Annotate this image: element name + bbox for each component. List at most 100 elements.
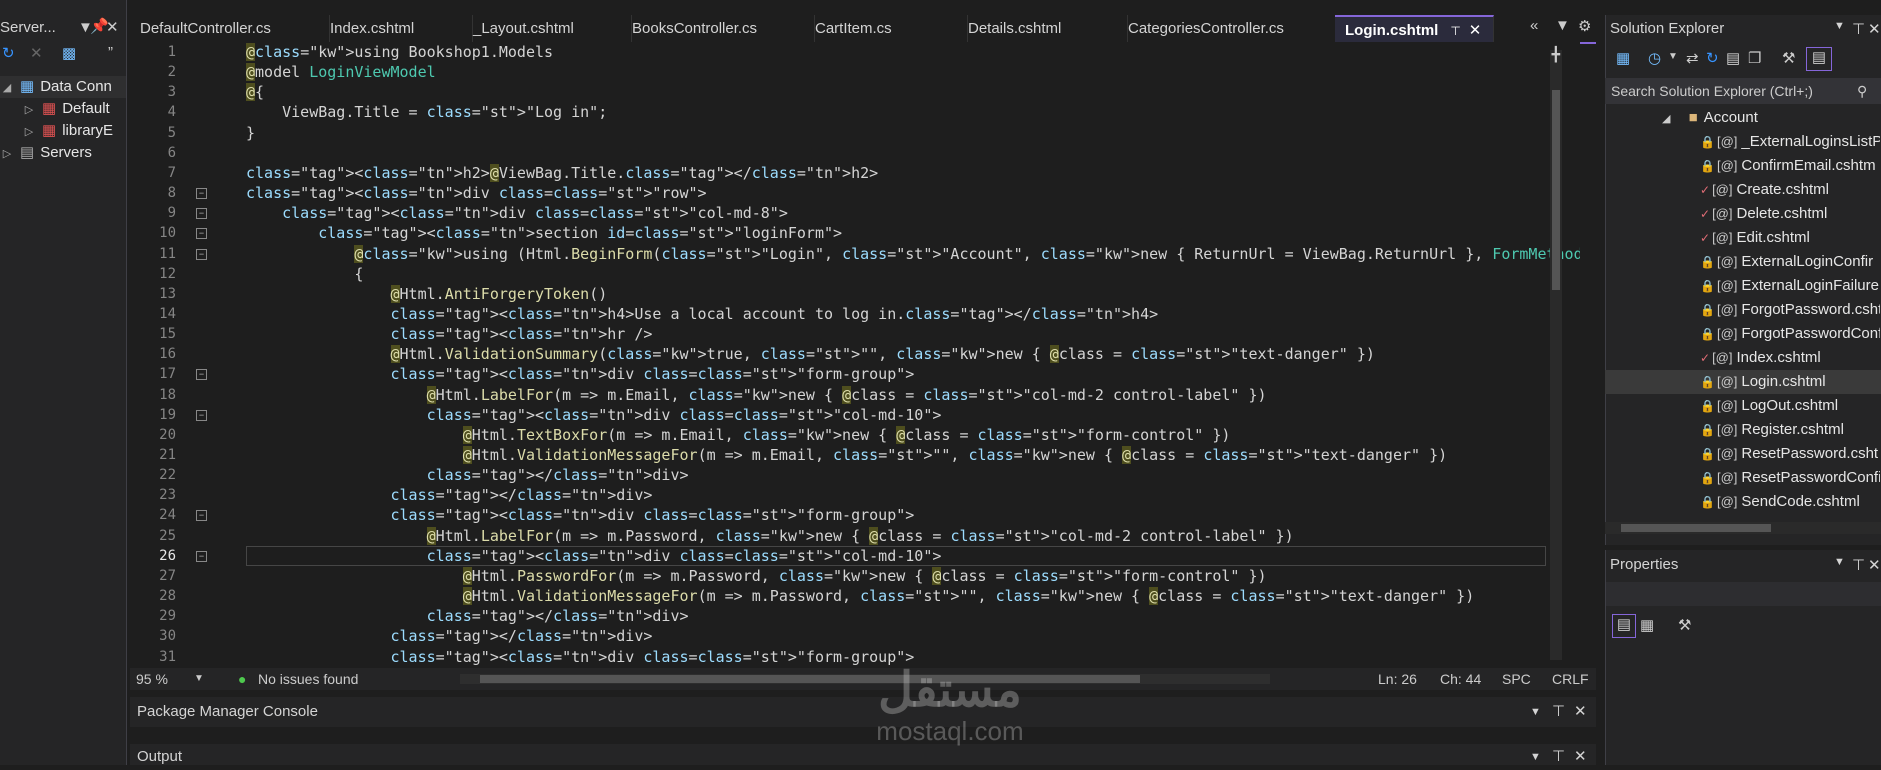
- solution-search-input[interactable]: Search Solution Explorer (Ctrl+;) ⚲: [1605, 78, 1881, 104]
- code-line[interactable]: class="tag"></class="tn">div>: [246, 465, 689, 485]
- panel-title[interactable]: Package Manager Console: [137, 697, 318, 727]
- search-icon[interactable]: ⚲: [1857, 78, 1867, 104]
- solution-file-item[interactable]: 🔒 [@] ResetPassword.csht: [1700, 442, 1880, 466]
- tab-default-controller[interactable]: DefaultController.cs: [130, 15, 330, 42]
- connect-database-icon[interactable]: ▩: [62, 44, 76, 62]
- code-line[interactable]: class="tag"><class="tn">h2>@ViewBag.Titl…: [246, 163, 878, 183]
- split-icon[interactable]: ╋: [1552, 46, 1560, 63]
- chevron-down-icon[interactable]: ◢: [1662, 113, 1670, 125]
- fold-toggle-icon[interactable]: −: [196, 188, 207, 200]
- solution-file-item[interactable]: ✓ [@] Create.cshtml: [1700, 178, 1880, 202]
- close-icon[interactable]: ✕: [1574, 744, 1587, 770]
- chevron-down-icon[interactable]: ▼: [1834, 20, 1845, 32]
- close-icon[interactable]: ✕: [1574, 697, 1587, 727]
- solution-file-item[interactable]: 🔒 [@] SendCode.cshtml: [1700, 490, 1880, 514]
- gear-icon[interactable]: ⚙: [1578, 17, 1591, 35]
- code-line[interactable]: class="tag"><class="tn">div class=class=…: [246, 183, 707, 203]
- close-icon[interactable]: ✕: [1868, 556, 1881, 574]
- code-line[interactable]: @Html.LabelFor(m => m.Password, class="k…: [246, 526, 1294, 546]
- code-line[interactable]: class="tag"></class="tn">div>: [246, 485, 653, 505]
- solution-file-item[interactable]: 🔒 [@] Login.cshtml: [1605, 370, 1881, 394]
- tree-item-default[interactable]: ▷ ▦ Default: [22, 98, 126, 120]
- solution-file-item[interactable]: 🔒 [@] Register.cshtml: [1700, 418, 1880, 442]
- tab-layout[interactable]: _Layout.cshtml: [463, 15, 632, 42]
- scrollbar-thumb[interactable]: [480, 675, 1140, 683]
- history-icon[interactable]: ◷: [1648, 49, 1661, 67]
- fold-toggle-icon[interactable]: −: [196, 550, 207, 562]
- preview-icon[interactable]: ▤: [1806, 47, 1832, 71]
- pin-icon[interactable]: ⊤: [1552, 744, 1565, 770]
- overflow-icon[interactable]: ”: [108, 44, 113, 61]
- solution-file-item[interactable]: ✓ [@] Index.cshtml: [1700, 346, 1880, 370]
- code-line[interactable]: }: [246, 123, 255, 143]
- scrollbar-thumb[interactable]: [1621, 524, 1771, 532]
- chevron-down-icon[interactable]: ▼: [1668, 51, 1678, 62]
- code-line[interactable]: ViewBag.Title = class="st">"Log in";: [246, 102, 607, 122]
- show-all-files-icon[interactable]: ❐: [1748, 49, 1761, 67]
- alphabetical-icon[interactable]: ▦: [1640, 616, 1654, 634]
- solution-file-item[interactable]: 🔒 [@] ForgotPasswordConf: [1700, 322, 1880, 346]
- code-line[interactable]: class="tag"><class="tn">div class=class=…: [246, 647, 915, 667]
- vertical-scrollbar[interactable]: [1550, 50, 1562, 660]
- wrench-icon[interactable]: ⚒: [1782, 49, 1795, 67]
- code-area[interactable]: @class="kw">using Bookshop1.Models @model…: [246, 42, 1580, 668]
- chevron-down-icon[interactable]: ◢: [0, 77, 14, 98]
- chevron-right-icon[interactable]: ▷: [22, 121, 36, 142]
- tab-details[interactable]: Details.cshtml: [958, 15, 1128, 42]
- sync-icon[interactable]: ▦: [1616, 49, 1630, 67]
- close-icon[interactable]: ✕: [106, 18, 119, 36]
- refresh-icon[interactable]: ↻: [1706, 49, 1719, 67]
- tree-item-account-folder[interactable]: ◢ ■ Account: [1662, 106, 1842, 130]
- chevron-down-icon[interactable]: ▼: [1530, 744, 1541, 770]
- tab-cartitem[interactable]: CartItem.cs: [805, 15, 968, 42]
- code-line[interactable]: @model LoginViewModel: [246, 62, 436, 82]
- chevron-down-icon[interactable]: ▼: [1834, 556, 1845, 568]
- wrench-icon[interactable]: ⚒: [1678, 616, 1691, 634]
- tab-categories-controller[interactable]: CategoriesController.cs: [1118, 15, 1345, 42]
- code-editor[interactable]: 1 2 3 4 5 6 7 8−9−10−11−12 13 14 15 16 17−18 19−20 21 2…: [130, 42, 1580, 668]
- close-icon[interactable]: ✕: [1868, 20, 1881, 38]
- tree-item-data-connections[interactable]: ◢ ▦ Data Conn: [0, 76, 126, 98]
- pin-icon[interactable]: ⊤: [1852, 556, 1865, 574]
- code-line[interactable]: class="tag"><class="tn">h4>Use a local a…: [246, 304, 1159, 324]
- whitespace-indicator[interactable]: SPC: [1502, 668, 1531, 690]
- tab-index[interactable]: Index.cshtml: [320, 15, 473, 42]
- code-line[interactable]: class="tag"><class="tn">div class=class=…: [246, 505, 915, 525]
- code-line[interactable]: @class="kw">using Bookshop1.Models: [246, 42, 553, 62]
- fold-toggle-icon[interactable]: −: [196, 369, 207, 381]
- solution-file-item[interactable]: ✓ [@] Delete.cshtml: [1700, 202, 1880, 226]
- tab-login[interactable]: Login.cshtml ⊤ ✕: [1335, 15, 1494, 44]
- pin-icon[interactable]: ⊤: [1852, 20, 1865, 38]
- fold-toggle-icon[interactable]: −: [196, 228, 207, 240]
- code-line[interactable]: @{: [246, 82, 264, 102]
- stop-icon[interactable]: ✕: [30, 44, 43, 62]
- code-line[interactable]: class="tag"></class="tn">div>: [246, 606, 689, 626]
- code-line[interactable]: class="tag"></class="tn">div>: [246, 626, 653, 646]
- code-line[interactable]: class="tag"><class="tn">hr />: [246, 324, 653, 344]
- solution-file-item[interactable]: 🔒 [@] ResetPasswordConfi: [1700, 466, 1880, 490]
- scroll-tabs-icon[interactable]: «: [1530, 17, 1538, 34]
- collapse-all-icon[interactable]: ▤: [1726, 49, 1740, 67]
- line-indicator[interactable]: Ln: 26: [1378, 668, 1417, 690]
- line-ending-indicator[interactable]: CRLF: [1552, 668, 1589, 690]
- issues-status[interactable]: No issues found: [258, 668, 358, 690]
- code-line[interactable]: class="tag"><class="tn">div class=class=…: [246, 364, 915, 384]
- code-line[interactable]: @Html.PasswordFor(m => m.Password, class…: [246, 566, 1267, 586]
- code-line[interactable]: @Html.LabelFor(m => m.Email, class="kw">…: [246, 385, 1267, 405]
- code-line[interactable]: class="tag"><class="tn">div class=class=…: [246, 405, 942, 425]
- tab-dropdown-icon[interactable]: ▼: [1555, 17, 1570, 34]
- code-line[interactable]: @Html.TextBoxFor(m => m.Email, class="kw…: [246, 425, 1230, 445]
- code-line[interactable]: @Html.ValidationMessageFor(m => m.Passwo…: [246, 586, 1474, 606]
- code-line[interactable]: @class="kw">using (Html.BeginForm(class=…: [246, 244, 1580, 264]
- tree-item-servers[interactable]: ▷ ▤ Servers: [0, 142, 126, 164]
- swap-icon[interactable]: ⇄: [1686, 49, 1699, 67]
- fold-toggle-icon[interactable]: −: [196, 510, 207, 522]
- code-line[interactable]: {: [246, 264, 363, 284]
- chevron-right-icon[interactable]: ▷: [22, 99, 36, 120]
- solution-file-item[interactable]: 🔒 [@] ConfirmEmail.cshtm: [1700, 154, 1880, 178]
- solution-horizontal-scrollbar[interactable]: [1605, 522, 1881, 534]
- object-selector[interactable]: [1606, 582, 1881, 606]
- chevron-down-icon[interactable]: ▼: [1530, 697, 1541, 727]
- solution-file-item[interactable]: 🔒 [@] ForgotPassword.csht: [1700, 298, 1880, 322]
- solution-file-item[interactable]: ✓ [@] Edit.cshtml: [1700, 226, 1880, 250]
